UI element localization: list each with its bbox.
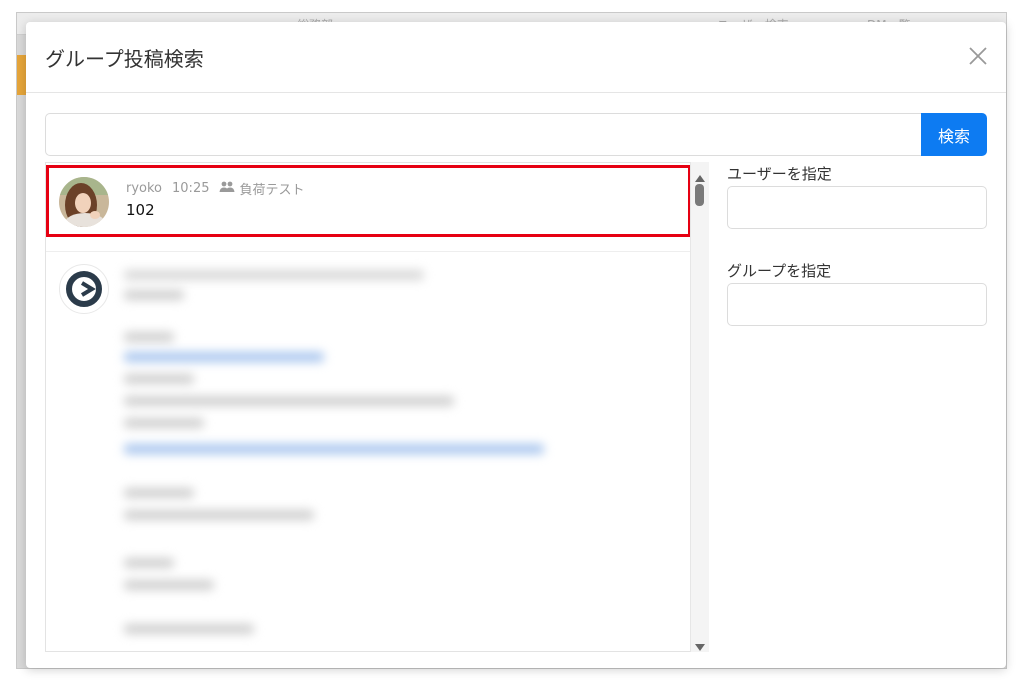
modal-header: グループ投稿検索 xyxy=(26,22,1006,93)
avatar xyxy=(59,177,109,227)
blurred-text xyxy=(124,332,174,342)
group-post-search-modal: グループ投稿検索 検索 ryoko 10:25 負荷テスト 102 ユーザーを指… xyxy=(26,22,1006,668)
group-name: 負荷テスト xyxy=(239,183,305,198)
result-item[interactable]: ryoko 10:25 負荷テスト 102 xyxy=(46,165,691,237)
search-bar: 検索 xyxy=(45,113,987,156)
group-filter-label: グループを指定 xyxy=(727,262,832,280)
blurred-text xyxy=(124,624,254,634)
blurred-text xyxy=(124,418,204,428)
blurred-text xyxy=(124,374,194,384)
search-input[interactable] xyxy=(45,113,922,156)
search-button[interactable]: 検索 xyxy=(921,113,987,156)
author-name: ryoko xyxy=(126,181,163,196)
post-body: 102 xyxy=(126,201,155,219)
search-results-list: ryoko 10:25 負荷テスト 102 xyxy=(45,162,709,652)
group-icon xyxy=(219,181,235,197)
avatar xyxy=(59,264,109,314)
blurred-link xyxy=(124,352,324,362)
blurred-text xyxy=(124,580,214,590)
blurred-text xyxy=(124,558,174,568)
post-time: 10:25 xyxy=(172,181,210,196)
group-filter-input[interactable] xyxy=(727,283,987,326)
user-filter-label: ユーザーを指定 xyxy=(727,165,832,183)
blurred-text xyxy=(124,396,454,406)
close-icon[interactable] xyxy=(966,44,990,68)
blurred-text xyxy=(124,488,194,498)
blurred-text xyxy=(124,270,424,280)
blurred-text xyxy=(124,510,314,520)
user-filter-input[interactable] xyxy=(727,186,987,229)
scroll-thumb[interactable] xyxy=(695,184,704,206)
modal-title: グループ投稿検索 xyxy=(45,47,204,71)
post-meta: ryoko 10:25 負荷テスト xyxy=(126,179,315,198)
scroll-down-arrow-icon[interactable] xyxy=(694,638,706,651)
blurred-link xyxy=(124,444,544,454)
blurred-text xyxy=(124,290,184,300)
result-item[interactable] xyxy=(46,251,691,651)
results-scrollbar[interactable] xyxy=(690,162,709,652)
scroll-up-arrow-icon[interactable] xyxy=(694,168,706,182)
